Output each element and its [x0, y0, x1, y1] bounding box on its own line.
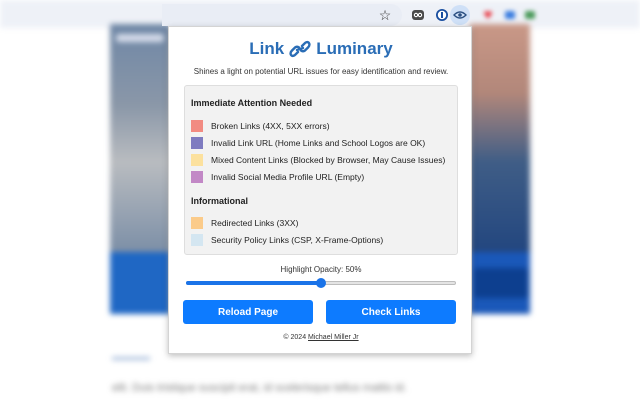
legend-label-invalid-url: Invalid Link URL (Home Links and School … [211, 137, 426, 148]
chain-link-icon [289, 40, 311, 58]
swatch-invalid-url [191, 136, 203, 149]
owl-extension-icon[interactable] [408, 5, 428, 25]
legend-item-redirected: Redirected Links (3XX) [191, 216, 298, 229]
extension-popup: Link Luminary Shines a light on potentia… [168, 26, 472, 354]
swatch-redirected [191, 216, 203, 229]
popup-title: Link Luminary [169, 39, 473, 59]
swatch-social-media [191, 170, 203, 183]
swatch-mixed-content [191, 153, 203, 166]
extension-icon[interactable] [500, 5, 520, 25]
section-title-informational: Informational [191, 196, 249, 206]
legend-panel: Immediate Attention Needed Broken Links … [184, 85, 458, 255]
legend-item-invalid-url: Invalid Link URL (Home Links and School … [191, 136, 425, 149]
background-hero-image-right [470, 24, 530, 254]
background-hero-banner-left [110, 252, 170, 314]
legend-label-mixed-content: Mixed Content Links (Blocked by Browser,… [211, 154, 446, 165]
title-text-link: Link [249, 39, 285, 58]
check-links-button[interactable]: Check Links [326, 300, 456, 324]
bookmark-star-icon[interactable]: ☆ [376, 6, 394, 24]
legend-item-social-media: Invalid Social Media Profile URL (Empty) [191, 170, 364, 183]
address-bar[interactable] [162, 4, 402, 26]
legend-item-mixed-content: Mixed Content Links (Blocked by Browser,… [191, 153, 445, 166]
popup-footer: © 2024 Michael Miller Jr [169, 334, 473, 341]
swatch-security-policy [191, 233, 203, 246]
background-heading-text [116, 34, 164, 42]
background-hero-image-left [110, 24, 170, 254]
section-title-immediate: Immediate Attention Needed [191, 98, 313, 108]
legend-item-security-policy: Security Policy Links (CSP, X-Frame-Opti… [191, 233, 383, 246]
extension-icon[interactable] [520, 5, 540, 25]
title-text-luminary: Luminary [316, 39, 393, 58]
popup-subtitle: Shines a light on potential URL issues f… [193, 67, 449, 76]
reload-page-button[interactable]: Reload Page [183, 300, 313, 324]
legend-item-broken: Broken Links (4XX, 5XX errors) [191, 119, 330, 132]
slider-thumb[interactable] [316, 278, 326, 288]
opacity-label: Highlight Opacity: 50% [280, 265, 362, 274]
legend-label-broken: Broken Links (4XX, 5XX errors) [211, 120, 330, 131]
legend-label-security-policy: Security Policy Links (CSP, X-Frame-Opti… [211, 234, 384, 245]
background-divider [112, 357, 150, 360]
slider-fill [186, 281, 321, 285]
extension-icon[interactable] [478, 5, 498, 25]
swatch-broken [191, 119, 203, 132]
link-luminary-eye-icon[interactable] [450, 5, 470, 25]
browser-toolbar: ☆ [162, 4, 640, 26]
copyright-text: © 2024 [283, 334, 309, 341]
opacity-slider[interactable] [186, 278, 456, 288]
background-banner-button [474, 268, 528, 298]
author-link[interactable]: Michael Miller Jr [308, 334, 359, 341]
legend-label-social-media: Invalid Social Media Profile URL (Empty) [211, 171, 365, 182]
password-manager-icon[interactable] [432, 5, 452, 25]
legend-label-redirected: Redirected Links (3XX) [211, 217, 299, 228]
background-paragraph: elit. Duis tristique suscipit erat, id s… [112, 382, 407, 394]
